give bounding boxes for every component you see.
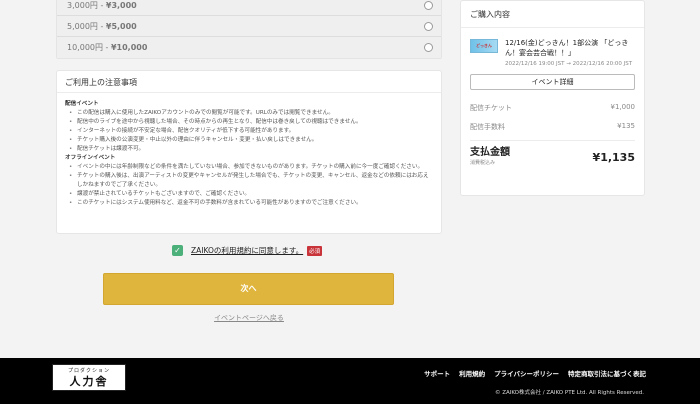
list-item: このチケットにはシステム使用料など、返金不可の手数料が含まれている可能性がありま… xyxy=(69,199,433,208)
list-item: 譲渡が禁止されているチケットもございますので、ご確認ください。 xyxy=(69,190,433,199)
logo-small-text: プロダクション xyxy=(67,368,110,374)
list-item: チケット購入後の公演変更・中止以外の理由に伴うキャンセル・変更・払い戻しはできま… xyxy=(69,136,433,145)
footer-links: サポート 利用規約 プライバシーポリシー 特定商取引法に基づく表記 xyxy=(424,368,646,378)
tax-note: 消費税込み xyxy=(470,160,496,166)
radio-button[interactable] xyxy=(424,43,433,52)
logo-main-text: 人力舎 xyxy=(69,375,109,388)
list-item: この配信は購入に使用したZAIKOアカウントのみでの閲覧が可能です。URLのみで… xyxy=(69,109,433,118)
event-item: どっきん 12/16(金)どっきん！1部公演 「どっきん！宴会芸合戦！！」 20… xyxy=(461,28,644,68)
summary-title: ご購入内容 xyxy=(461,1,644,28)
notes-title: ご利用上の注意事項 xyxy=(57,71,441,93)
ticket-price: ¥1,000 xyxy=(610,103,636,111)
list-item: イベントの中には年齢制限などの条件を満たしていない場合、参加できないものがありま… xyxy=(69,163,433,172)
ticket-option[interactable]: 3,000円 - ¥3,000 xyxy=(57,0,441,16)
next-button[interactable]: 次へ xyxy=(103,273,394,305)
organizer-logo[interactable]: プロダクション 人力舎 xyxy=(52,364,126,391)
total-line: 支払金額 消費税込み ¥1,135 xyxy=(461,141,644,166)
footer-link-terms[interactable]: 利用規約 xyxy=(459,368,485,378)
list-item: インターネットの接続が不安定な場合、配信クオリティが低下する可能性があります。 xyxy=(69,127,433,136)
terms-link[interactable]: ZAIKOの利用規約に同意します。 xyxy=(191,245,303,256)
footer-link-privacy[interactable]: プライバシーポリシー xyxy=(494,368,559,378)
event-title: 12/16(金)どっきん！1部公演 「どっきん！宴会芸合戦！！」 xyxy=(505,39,629,57)
list-item: チケットの購入後は、出演アーティストの変更やキャンセルが発生した場合でも、チケッ… xyxy=(69,172,433,190)
copyright: © ZAIKO株式会社 / ZAIKO PTE Ltd. All Rights … xyxy=(494,390,644,396)
ticket-line: 配信チケット ¥1,000 xyxy=(461,103,644,113)
option-label: 3,000円 - ¥3,000 xyxy=(67,0,137,10)
terms-agreement: ✓ ZAIKOの利用規約に同意します。 必須 xyxy=(172,245,323,256)
required-badge: 必須 xyxy=(307,245,323,256)
event-detail-button[interactable]: イベント詳細 xyxy=(470,74,635,90)
footer-link-commerce[interactable]: 特定商取引法に基づく表記 xyxy=(568,368,646,378)
notes-body: 配信イベント この配信は購入に使用したZAIKOアカウントのみでの閲覧が可能です… xyxy=(57,93,441,208)
radio-button[interactable] xyxy=(424,0,433,10)
online-list: この配信は購入に使用したZAIKOアカウントのみでの閲覧が可能です。URLのみで… xyxy=(65,109,433,154)
total-label: 支払金額 xyxy=(470,147,510,158)
footer: プロダクション 人力舎 サポート 利用規約 プライバシーポリシー 特定商取引法に… xyxy=(0,358,700,404)
online-heading: 配信イベント xyxy=(65,101,99,107)
option-label: 10,000円 - ¥10,000 xyxy=(67,43,148,52)
ticket-options: 3,000円 - ¥3,000 5,000円 - ¥5,000 10,000円 … xyxy=(56,0,442,59)
event-date: 2022/12/16 19:00 JST → 2022/12/16 20:00 … xyxy=(505,61,633,67)
fee-label: 配信手数料 xyxy=(470,123,505,131)
offline-heading: オフラインイベント xyxy=(65,155,116,161)
event-thumbnail: どっきん xyxy=(470,39,498,53)
fee-price: ¥135 xyxy=(617,122,635,130)
list-item: 配信中のライブを途中から視聴した場合、その時点からの再生となり、配信中は巻き戻し… xyxy=(69,118,433,127)
purchase-summary: ご購入内容 どっきん 12/16(金)どっきん！1部公演 「どっきん！宴会芸合戦… xyxy=(460,0,645,196)
agree-checkbox[interactable]: ✓ xyxy=(172,245,183,256)
option-label: 5,000円 - ¥5,000 xyxy=(67,21,137,31)
ticket-label: 配信チケット xyxy=(470,104,512,112)
ticket-option[interactable]: 5,000円 - ¥5,000 xyxy=(57,16,441,37)
ticket-option[interactable]: 10,000円 - ¥10,000 xyxy=(57,37,441,58)
fee-line: 配信手数料 ¥135 xyxy=(461,122,644,132)
total-price: ¥1,135 xyxy=(592,151,635,164)
offline-list: イベントの中には年齢制限などの条件を満たしていない場合、参加できないものがありま… xyxy=(65,163,433,208)
notes-card: ご利用上の注意事項 配信イベント この配信は購入に使用したZAIKOアカウントの… xyxy=(56,70,442,234)
footer-link-support[interactable]: サポート xyxy=(424,368,450,378)
list-item: 配信チケットは譲渡不可。 xyxy=(69,145,433,154)
back-to-event-link[interactable]: イベントページへ戻る xyxy=(212,313,286,323)
radio-button[interactable] xyxy=(424,21,433,31)
